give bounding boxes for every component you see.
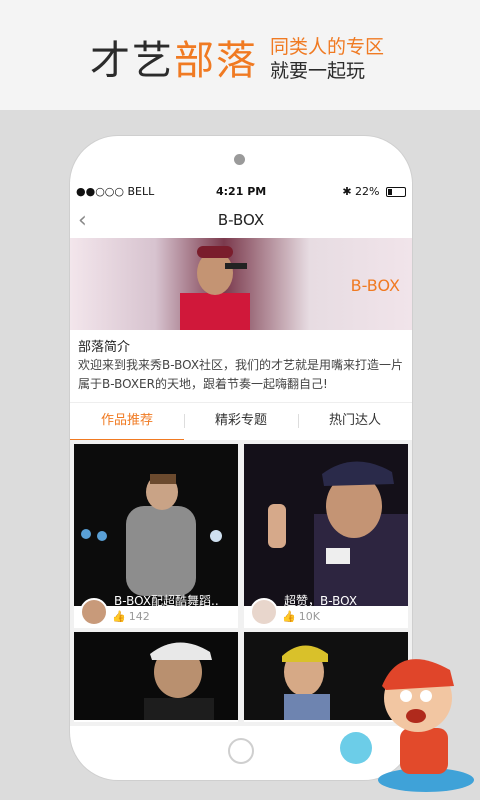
camera-icon [234,154,245,165]
home-button[interactable] [228,738,254,764]
tribe-intro: 部落简介 欢迎来到我来秀B-BOX社区，我们的才艺就是用嘴来打造一片属于B-BO… [70,330,412,403]
tribe-banner[interactable]: B-BOX [70,238,412,330]
thumbs-up-icon: 👍 [112,610,126,623]
work-card[interactable]: B-BOX配超酷舞蹈.. 👍 142 [74,444,238,628]
promo-title-part1: 才艺 [90,38,174,84]
work-thumbnail [74,632,238,720]
tab-recommended[interactable]: 作品推荐 [70,402,184,441]
work-thumbnail [74,444,238,606]
like-count-value: 142 [128,610,150,623]
like-count-value: 10K [298,610,320,623]
tab-recommended-label: 作品推荐 [100,413,153,428]
avatar[interactable] [250,598,278,626]
tab-top-users-label: 热门达人 [328,413,381,428]
work-card[interactable]: 超赞，B-BOX 👍 10K [244,444,408,628]
intro-title: 部落简介 [78,340,131,355]
status-bar: ●●○○○ BELL 4:21 PM ✱ 22% [70,182,412,202]
promo-subtitle-2: 就要一起玩 [270,60,366,82]
promo-title: 才艺部落 [90,28,258,86]
battery-status: ✱ 22% [342,185,406,198]
status-time: 4:21 PM [216,185,267,198]
promo-subtitle-1: 同类人的专区 [270,36,385,58]
like-count[interactable]: 👍 142 [112,610,150,623]
work-card[interactable] [74,632,238,722]
bluetooth-icon: ✱ [342,185,352,198]
avatar[interactable] [80,598,108,626]
mascot-illustration [340,659,474,792]
tab-top-users[interactable]: 热门达人 [298,402,412,440]
intro-description: 欢迎来到我来秀B-BOX社区，我们的才艺就是用嘴来打造一片属于B-BOXER的天… [78,358,404,391]
battery-icon [386,187,406,197]
thumbs-up-icon: 👍 [282,610,296,623]
promo-title-part2: 部落 [174,38,258,84]
work-caption: 超赞，B-BOX [284,594,358,608]
page-title: B-BOX [217,211,265,229]
work-caption: B-BOX配超酷舞蹈.. [114,594,219,608]
like-count[interactable]: 👍 10K [282,610,320,623]
nav-bar: ‹ B-BOX [70,202,412,239]
banner-performer-image [180,246,250,330]
tab-topics[interactable]: 精彩专题 [184,402,298,440]
promo-header: 才艺部落 同类人的专区 就要一起玩 [0,0,480,110]
battery-percent: 22% [355,185,380,198]
banner-label: B-BOX [350,276,400,295]
tab-bar: 作品推荐 精彩专题 热门达人 [70,402,412,441]
tab-topics-label: 精彩专题 [214,413,267,428]
carrier-label: ●●○○○ BELL [76,185,155,198]
work-thumbnail [244,444,408,606]
